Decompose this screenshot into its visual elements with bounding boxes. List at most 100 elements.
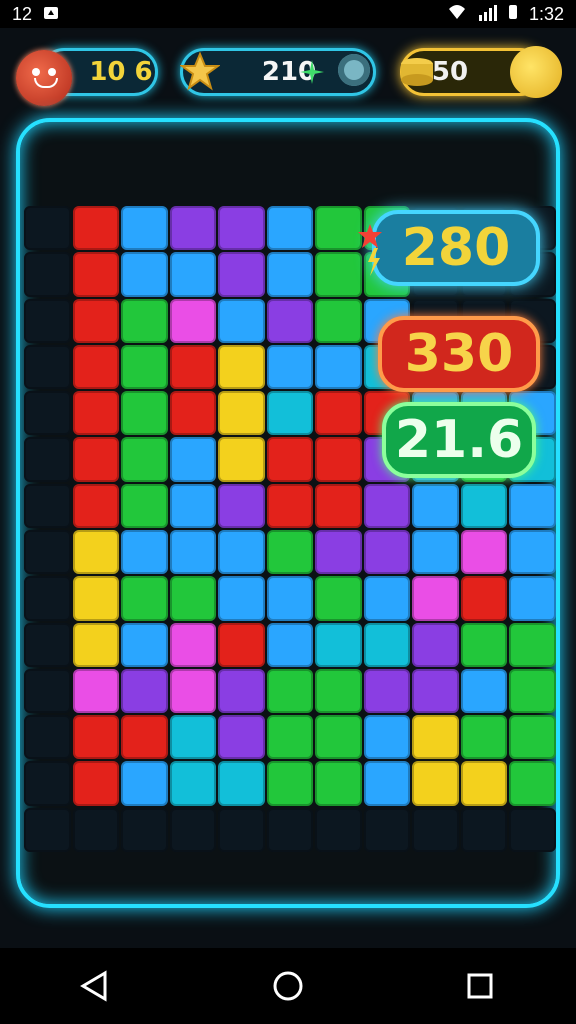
puzzle-piece-teal[interactable] xyxy=(169,715,217,760)
puzzle-piece-pink[interactable] xyxy=(169,298,217,343)
puzzle-piece-blue[interactable] xyxy=(218,576,265,621)
puzzle-piece-purple[interactable] xyxy=(315,529,362,575)
puzzle-piece-green[interactable] xyxy=(121,437,168,482)
puzzle-piece-red[interactable] xyxy=(460,576,508,621)
puzzle-piece-purple[interactable] xyxy=(218,715,265,760)
puzzle-piece-red[interactable] xyxy=(72,483,120,528)
puzzle-piece-purple[interactable] xyxy=(218,252,265,297)
puzzle-piece-purple[interactable] xyxy=(363,668,411,714)
puzzle-piece-purple[interactable] xyxy=(363,483,411,528)
puzzle-piece-teal[interactable] xyxy=(266,391,314,436)
puzzle-piece-green[interactable] xyxy=(460,715,508,760)
puzzle-piece-blue[interactable] xyxy=(509,483,556,528)
puzzle-piece-green[interactable] xyxy=(315,298,362,343)
puzzle-piece-blue[interactable] xyxy=(218,298,265,343)
puzzle-piece-red[interactable] xyxy=(169,344,217,390)
puzzle-piece-blue[interactable] xyxy=(266,206,314,251)
puzzle-piece-green[interactable] xyxy=(266,529,314,575)
puzzle-piece-blue[interactable] xyxy=(169,252,217,297)
puzzle-piece-red[interactable] xyxy=(72,344,120,390)
puzzle-piece-blue[interactable] xyxy=(315,344,362,390)
puzzle-piece-pink[interactable] xyxy=(72,668,120,714)
puzzle-piece-blue[interactable] xyxy=(266,252,314,297)
puzzle-piece-teal[interactable] xyxy=(315,622,362,667)
sparkle-icon[interactable] xyxy=(298,58,326,86)
puzzle-piece-purple[interactable] xyxy=(412,622,459,667)
puzzle-piece-blue[interactable] xyxy=(121,761,168,806)
puzzle-piece-red[interactable] xyxy=(315,437,362,482)
puzzle-piece-purple[interactable] xyxy=(121,668,168,714)
puzzle-piece-pink[interactable] xyxy=(460,529,508,575)
puzzle-piece-yellow[interactable] xyxy=(72,576,120,621)
puzzle-piece-blue[interactable] xyxy=(363,761,411,806)
puzzle-piece-green[interactable] xyxy=(460,622,508,667)
puzzle-piece-green[interactable] xyxy=(315,252,362,297)
puzzle-piece-yellow[interactable] xyxy=(218,391,265,436)
puzzle-piece-green[interactable] xyxy=(121,576,168,621)
puzzle-piece-pink[interactable] xyxy=(169,668,217,714)
puzzle-piece-green[interactable] xyxy=(315,715,362,760)
puzzle-piece-purple[interactable] xyxy=(363,529,411,575)
puzzle-piece-blue[interactable] xyxy=(169,483,217,528)
puzzle-piece-red[interactable] xyxy=(72,252,120,297)
player-avatar[interactable] xyxy=(16,50,72,106)
puzzle-piece-pink[interactable] xyxy=(169,622,217,667)
puzzle-piece-green[interactable] xyxy=(121,344,168,390)
puzzle-piece-blue[interactable] xyxy=(363,715,411,760)
puzzle-piece-blue[interactable] xyxy=(218,529,265,575)
puzzle-piece-blue[interactable] xyxy=(169,529,217,575)
puzzle-piece-green[interactable] xyxy=(509,761,556,806)
puzzle-piece-teal[interactable] xyxy=(460,483,508,528)
puzzle-piece-green[interactable] xyxy=(509,715,556,760)
puzzle-piece-blue[interactable] xyxy=(266,344,314,390)
puzzle-piece-yellow[interactable] xyxy=(72,622,120,667)
puzzle-piece-blue[interactable] xyxy=(266,576,314,621)
puzzle-piece-red[interactable] xyxy=(169,391,217,436)
puzzle-piece-teal[interactable] xyxy=(218,761,265,806)
puzzle-piece-red[interactable] xyxy=(72,391,120,436)
puzzle-piece-green[interactable] xyxy=(315,761,362,806)
puzzle-piece-purple[interactable] xyxy=(218,668,265,714)
puzzle-piece-yellow[interactable] xyxy=(218,437,265,482)
puzzle-piece-teal[interactable] xyxy=(169,761,217,806)
puzzle-piece-green[interactable] xyxy=(315,668,362,714)
gear-icon[interactable] xyxy=(338,54,370,86)
puzzle-piece-blue[interactable] xyxy=(121,206,168,251)
puzzle-piece-red[interactable] xyxy=(72,298,120,343)
puzzle-piece-purple[interactable] xyxy=(266,298,314,343)
puzzle-piece-red[interactable] xyxy=(266,437,314,482)
puzzle-piece-green[interactable] xyxy=(121,483,168,528)
puzzle-piece-green[interactable] xyxy=(266,761,314,806)
puzzle-piece-blue[interactable] xyxy=(412,483,459,528)
puzzle-piece-red[interactable] xyxy=(315,483,362,528)
puzzle-piece-yellow[interactable] xyxy=(412,761,459,806)
puzzle-piece-blue[interactable] xyxy=(121,622,168,667)
puzzle-piece-blue[interactable] xyxy=(509,576,556,621)
puzzle-piece-purple[interactable] xyxy=(218,483,265,528)
puzzle-piece-red[interactable] xyxy=(72,206,120,251)
puzzle-piece-red[interactable] xyxy=(72,715,120,760)
puzzle-piece-red[interactable] xyxy=(72,761,120,806)
puzzle-piece-blue[interactable] xyxy=(460,668,508,714)
recents-button[interactable] xyxy=(458,964,502,1008)
puzzle-piece-yellow[interactable] xyxy=(72,529,120,575)
puzzle-piece-blue[interactable] xyxy=(121,529,168,575)
puzzle-piece-blue[interactable] xyxy=(363,576,411,621)
puzzle-piece-pink[interactable] xyxy=(412,576,459,621)
puzzle-piece-green[interactable] xyxy=(315,576,362,621)
puzzle-piece-red[interactable] xyxy=(315,391,362,436)
puzzle-piece-blue[interactable] xyxy=(121,252,168,297)
puzzle-piece-blue[interactable] xyxy=(509,529,556,575)
puzzle-piece-purple[interactable] xyxy=(169,206,217,251)
puzzle-piece-red[interactable] xyxy=(72,437,120,482)
puzzle-piece-red[interactable] xyxy=(121,715,168,760)
puzzle-piece-green[interactable] xyxy=(266,715,314,760)
puzzle-piece-green[interactable] xyxy=(169,576,217,621)
puzzle-piece-purple[interactable] xyxy=(218,206,265,251)
puzzle-piece-red[interactable] xyxy=(266,483,314,528)
puzzle-piece-blue[interactable] xyxy=(266,622,314,667)
puzzle-piece-blue[interactable] xyxy=(169,437,217,482)
puzzle-piece-yellow[interactable] xyxy=(460,761,508,806)
puzzle-piece-green[interactable] xyxy=(315,206,362,251)
puzzle-piece-yellow[interactable] xyxy=(412,715,459,760)
